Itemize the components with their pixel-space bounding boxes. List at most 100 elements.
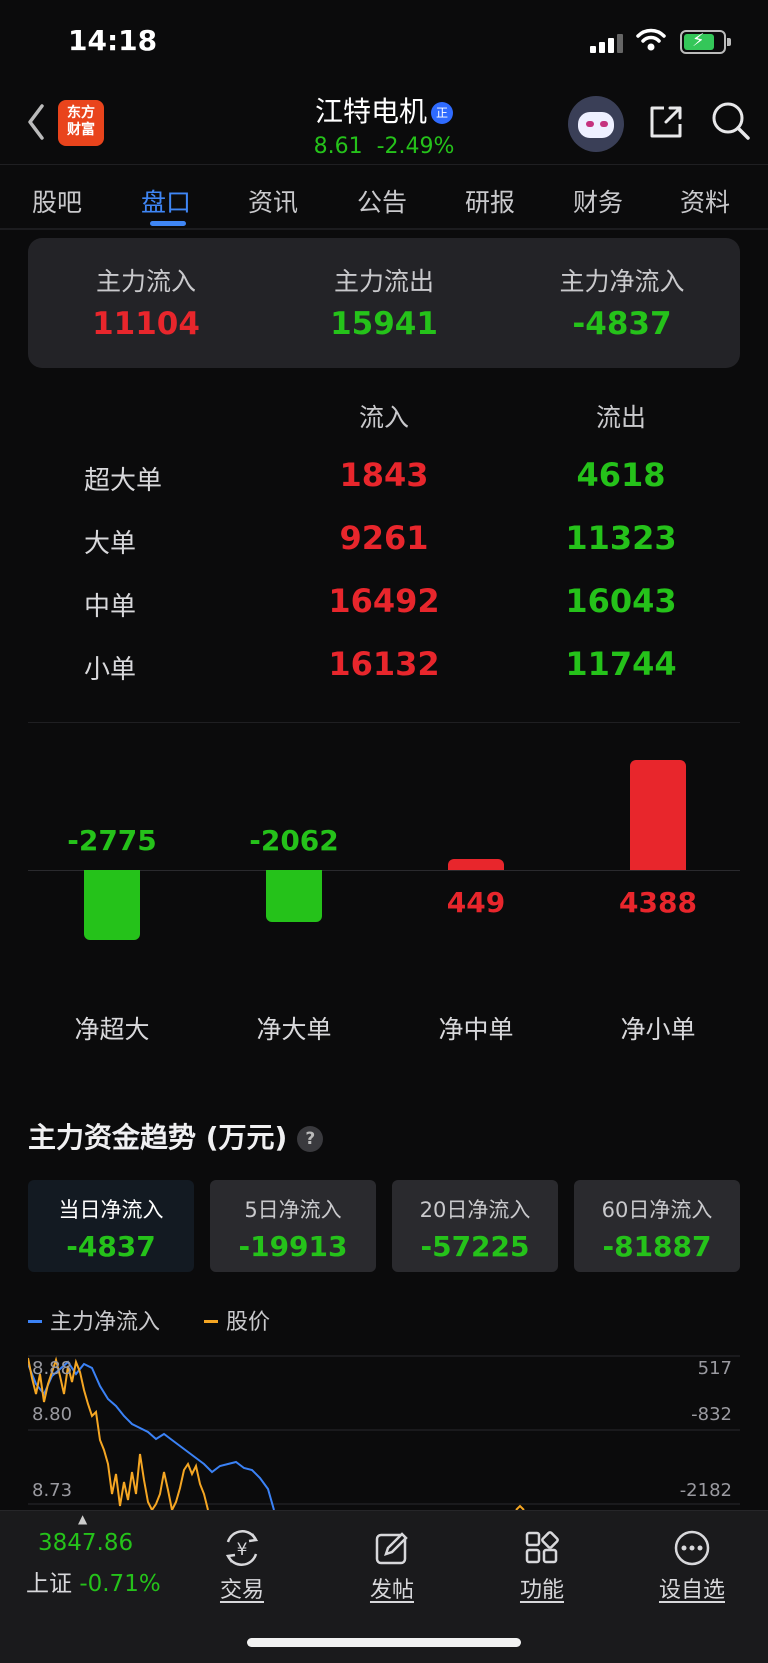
period-value: -19913 xyxy=(238,1230,348,1263)
period-label: 20日净流入 xyxy=(419,1198,531,1222)
net-bar-category: 净超大 xyxy=(74,1015,150,1044)
wifi-icon xyxy=(636,28,666,51)
net-bar xyxy=(448,858,504,870)
period-value: -81887 xyxy=(602,1230,712,1263)
column-header-outflow: 流出 xyxy=(595,403,646,432)
tab-pankou[interactable]: 盘口 xyxy=(141,183,191,219)
cell-outflow: 16043 xyxy=(565,582,677,620)
zheng-badge-icon: 正 xyxy=(431,102,453,124)
cell-inflow: 16492 xyxy=(328,582,440,620)
svg-text:¥: ¥ xyxy=(237,1540,248,1560)
trend-title-text: 主力资金趋势 (万元) xyxy=(28,1121,288,1154)
left-tick-label: 8.73 xyxy=(32,1480,72,1501)
outflow-value: 15941 xyxy=(330,306,438,342)
cell-outflow: 11744 xyxy=(565,645,677,683)
inflow-label: 主力流入 xyxy=(95,267,196,296)
legend-label: 股价 xyxy=(226,1310,271,1335)
apps-grid-icon xyxy=(525,1531,559,1564)
nav-label: 交易 xyxy=(219,1578,264,1603)
inflow-value: 11104 xyxy=(92,306,200,342)
nav-post-button[interactable]: 发帖 xyxy=(332,1528,452,1604)
row-label: 超大单 xyxy=(84,466,163,496)
tab-announcements[interactable]: 公告 xyxy=(357,183,407,219)
divider xyxy=(0,228,768,230)
index-ticker[interactable]: 上证 -0.71% xyxy=(26,1564,161,1598)
period-tab-60d[interactable]: 60日净流入 -81887 xyxy=(574,1180,740,1272)
nav-watchlist-button[interactable]: 设自选 xyxy=(632,1528,752,1604)
nav-label: 设自选 xyxy=(658,1578,725,1603)
index-value[interactable]: 3847.86 xyxy=(38,1530,133,1556)
period-label: 60日净流入 xyxy=(601,1198,713,1222)
home-indicator xyxy=(247,1638,521,1647)
tab-research[interactable]: 研报 xyxy=(465,183,515,219)
net-inflow-value: -4837 xyxy=(572,306,672,342)
assistant-avatar-icon[interactable] xyxy=(568,96,624,152)
net-bar-value: 449 xyxy=(446,886,506,919)
cell-inflow: 16132 xyxy=(328,645,440,683)
left-tick-label: 8.80 xyxy=(32,1404,72,1425)
trend-section-title: 主力资金趋势 (万元)? xyxy=(28,1116,324,1156)
row-label: 小单 xyxy=(84,655,137,685)
net-bar xyxy=(84,870,140,940)
cell-outflow: 4618 xyxy=(576,456,666,494)
period-tab-today[interactable]: 当日净流入 -4837 xyxy=(28,1180,194,1272)
legend-main-flow: 主力净流入 xyxy=(28,1304,160,1336)
net-bar-category: 净小单 xyxy=(620,1015,696,1044)
share-icon[interactable] xyxy=(646,102,686,142)
net-bar-category: 净中单 xyxy=(438,1015,514,1044)
main-flow-summary-card: 主力流入 11104 主力流出 15941 主力净流入 -4837 xyxy=(28,238,740,368)
cell-outflow: 11323 xyxy=(565,519,677,557)
net-bar-value: -2775 xyxy=(67,824,157,857)
search-icon[interactable] xyxy=(710,100,752,142)
legend-swatch-flow xyxy=(28,1320,42,1323)
row-label: 大单 xyxy=(84,529,137,559)
period-tab-5d[interactable]: 5日净流入 -19913 xyxy=(210,1180,376,1272)
period-value: -4837 xyxy=(66,1230,156,1263)
period-value: -57225 xyxy=(420,1230,530,1263)
index-change: -0.71% xyxy=(79,1571,161,1597)
row-label: 中单 xyxy=(84,592,137,622)
cellular-signal-icon xyxy=(590,33,626,53)
divider xyxy=(28,722,740,723)
cell-inflow: 9261 xyxy=(339,519,429,557)
tab-bar: 股吧 盘口 资讯 公告 研报 财务 资料 xyxy=(0,164,768,228)
active-tab-indicator xyxy=(150,221,186,226)
index-name: 上证 xyxy=(26,1571,72,1597)
tab-guba[interactable]: 股吧 xyxy=(32,183,82,219)
net-inflow-label: 主力净流入 xyxy=(559,267,685,296)
net-bar-value: -2062 xyxy=(249,824,339,857)
battery-icon: ⚡ xyxy=(680,30,731,54)
trade-yen-icon: ¥ xyxy=(225,1530,259,1566)
help-icon[interactable]: ? xyxy=(297,1126,324,1152)
nav-label: 功能 xyxy=(519,1578,564,1603)
net-bar-value: 4388 xyxy=(619,886,697,919)
column-header-inflow: 流入 xyxy=(358,403,409,432)
trend-line-chart: 8.88 8.80 8.73 517 -832 -2182 xyxy=(28,1355,740,1510)
tab-news[interactable]: 资讯 xyxy=(248,183,298,219)
legend-label: 主力净流入 xyxy=(50,1310,161,1335)
legend-swatch-price xyxy=(204,1320,218,1323)
left-tick-label: 8.88 xyxy=(32,1358,72,1379)
expand-up-icon[interactable]: ▲ xyxy=(78,1512,87,1526)
legend-price: 股价 xyxy=(204,1304,270,1336)
period-label: 当日净流入 xyxy=(58,1198,164,1222)
tab-profile[interactable]: 资料 xyxy=(680,183,730,219)
outflow-label: 主力流出 xyxy=(333,267,434,296)
stock-change: -2.49% xyxy=(376,134,455,159)
net-bar xyxy=(630,760,686,870)
nav-label: 发帖 xyxy=(369,1578,414,1603)
period-label: 5日净流入 xyxy=(244,1198,342,1222)
nav-trade-button[interactable]: ¥ 交易 xyxy=(182,1528,302,1604)
nav-functions-button[interactable]: 功能 xyxy=(482,1528,602,1604)
more-dots-icon xyxy=(674,1530,710,1566)
right-tick-label: 517 xyxy=(698,1358,732,1379)
stock-price: 8.61 xyxy=(313,134,363,159)
tab-finance[interactable]: 财务 xyxy=(573,183,623,219)
stock-name-text: 江特电机 xyxy=(314,95,427,128)
right-tick-label: -832 xyxy=(691,1404,732,1425)
right-tick-label: -2182 xyxy=(680,1480,732,1501)
cell-inflow: 1843 xyxy=(339,456,429,494)
status-time: 14:18 xyxy=(68,24,158,57)
net-bar-category: 净大单 xyxy=(256,1015,332,1044)
period-tab-20d[interactable]: 20日净流入 -57225 xyxy=(392,1180,558,1272)
